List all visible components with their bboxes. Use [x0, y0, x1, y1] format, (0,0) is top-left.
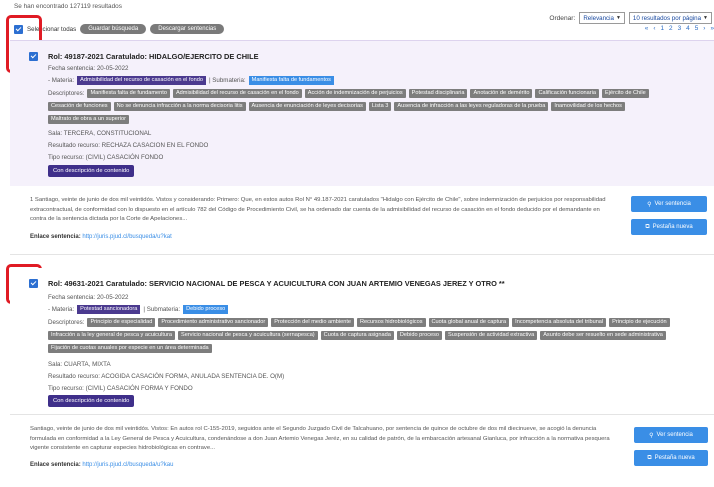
descriptor-tag[interactable]: Principio de ejecución [609, 318, 670, 327]
case-title[interactable]: Rol: 49631-2021 Caratulado: SERVICIO NAC… [48, 279, 505, 288]
pager-first[interactable]: « [645, 25, 649, 32]
materia-row: - Materia: Potestad sancionadora | Subma… [48, 305, 229, 314]
descriptor-tag[interactable]: Calificación funcionaria [535, 89, 599, 98]
order-select[interactable]: Relevancia ▼ [579, 12, 625, 24]
pager-prev[interactable]: ‹ [653, 25, 655, 32]
pagination: « ‹ 1 2 3 4 5 › » [645, 25, 714, 32]
descriptor-tag[interactable]: Recursos hidrobiológicos [357, 318, 426, 327]
descriptor-tag[interactable]: Anotación de demérito [470, 89, 533, 98]
descriptor-tag[interactable]: Debido proceso [396, 331, 443, 340]
download-button[interactable]: Descargar sentencias [150, 24, 225, 34]
link-label: Enlace sentencia: [30, 462, 81, 468]
search-icon: ⚲ [647, 201, 652, 208]
descriptor-tag[interactable]: Cuota global anual de captura [428, 318, 510, 327]
divider [10, 254, 714, 255]
per-page-select[interactable]: 10 resultados por página ▼ [628, 12, 712, 24]
descriptor-tag[interactable]: Inamovilidad de los hechos [551, 102, 625, 111]
descriptores-label: Descriptores: [48, 90, 85, 97]
submateria-tag[interactable]: Manifiesta falta de fundamentos [248, 76, 334, 85]
descriptor-tag[interactable]: Ausencia de infracción a las leyes regul… [394, 102, 549, 111]
chevron-down-icon: ▼ [615, 15, 621, 21]
case-title[interactable]: Rol: 49187-2021 Caratulado: HIDALGO/EJER… [48, 52, 259, 61]
pager-next[interactable]: › [703, 25, 705, 32]
descriptor-tag[interactable]: Ejército de Chile [602, 89, 649, 98]
pager-last[interactable]: » [710, 25, 714, 32]
case-link[interactable]: http://juris.pjud.cl/busqueda/u?kat [82, 234, 171, 240]
case-date: Fecha sentencia: 20-05-2022 [48, 65, 129, 72]
result-card-1: Rol: 49187-2021 Caratulado: HIDALGO/EJER… [10, 40, 714, 186]
pager-page-2[interactable]: 2 [669, 25, 673, 32]
pager-page-3[interactable]: 3 [678, 25, 682, 32]
search-icon: ⚲ [649, 432, 654, 439]
descriptor-tag[interactable]: No se denuncia infracción a la norma dec… [113, 102, 246, 111]
descriptor-tag[interactable]: Lista 3 [368, 102, 392, 111]
case-resultado: Resultado recurso: ACOGIDA CASACIÓN FORM… [48, 373, 285, 380]
descriptor-tag[interactable]: Protección del medio ambiente [271, 318, 355, 327]
external-link-icon: ⧉ [647, 454, 652, 461]
descriptor-tag[interactable]: Potestad disciplinaria [408, 89, 468, 98]
case-link-row: Enlace sentencia: http://juris.pjud.cl/b… [30, 462, 173, 468]
case-excerpt: 1 Santiago, veinte de junio de dos mil v… [30, 197, 606, 223]
pager-page-1[interactable]: 1 [660, 25, 664, 32]
view-sentence-button[interactable]: ⚲ Ver sentencia [631, 196, 707, 212]
materia-tag[interactable]: Potestad sancionadora [77, 305, 141, 314]
descriptores-label: Descriptores: [48, 319, 85, 326]
descriptor-tag[interactable]: Maltrato de obra a un superior [48, 115, 129, 124]
external-link-icon: ⧉ [645, 223, 650, 230]
submateria-tag[interactable]: Debido proceso [183, 305, 229, 314]
descriptor-tag[interactable]: Principio de especialidad [87, 318, 156, 327]
new-tab-button[interactable]: ⧉ Pestaña nueva [631, 219, 707, 235]
descriptor-tag[interactable]: Servicio nacional de pesca y acuicultura… [177, 331, 318, 340]
descriptor-tag[interactable]: Manifiesta falta de fundamento [87, 89, 170, 98]
pager-page-4[interactable]: 4 [686, 25, 690, 32]
select-all-row: Seleccionar todas Guardar búsqueda Desca… [14, 24, 225, 34]
description-button[interactable]: Con descripción de contenido [48, 165, 135, 177]
case-link-row: Enlace sentencia: http://juris.pjud.cl/b… [30, 234, 172, 240]
materia-label: - Materia: [48, 306, 75, 313]
case-sala: Sala: CUARTA, MIXTA [48, 361, 111, 368]
case-excerpt: Santiago, veinte de junio de dos mil vei… [30, 426, 610, 452]
submateria-label: | Submateria: [208, 77, 246, 84]
sort-controls: Ordenar: Relevancia ▼ 10 resultados por p… [549, 12, 712, 24]
case-tipo: Tipo recurso: (CIVIL) CASACIÓN FORMA Y F… [48, 385, 193, 392]
view-sentence-button[interactable]: ⚲ Ver sentencia [634, 427, 708, 443]
order-label: Ordenar: [549, 14, 576, 22]
save-search-button[interactable]: Guardar búsqueda [80, 24, 147, 34]
chevron-down-icon: ▼ [703, 15, 708, 21]
result-card-2: Rol: 49631-2021 Caratulado: SERVICIO NAC… [10, 268, 714, 410]
descriptor-tag[interactable]: Acción de indemnización de perjuicios [304, 89, 406, 98]
materia-label: - Materia: [48, 77, 75, 84]
case-sala: Sala: TERCERA, CONSTITUCIONAL [48, 130, 152, 137]
case-link[interactable]: http://juris.pjud.cl/busqueda/u?kau [82, 462, 173, 468]
case-resultado: Resultado recurso: RECHAZA CASACION EN E… [48, 142, 209, 149]
divider [10, 414, 714, 415]
pager-page-5[interactable]: 5 [695, 25, 699, 32]
case-tipo: Tipo recurso: (CIVIL) CASACIÓN FONDO [48, 154, 164, 161]
descriptor-tag[interactable]: Procedimiento administrativo sancionador [158, 318, 269, 327]
descriptor-tag[interactable]: Cuota de captura asignada [320, 331, 394, 340]
submateria-label: | Submateria: [143, 306, 181, 313]
result-checkbox[interactable] [29, 52, 38, 61]
results-count: Se han encontrado 127119 resultados [14, 3, 122, 10]
descriptor-tag[interactable]: Admisibilidad del recurso de casación en… [172, 89, 302, 98]
descriptor-tag[interactable]: Suspensión de actividad extractiva [445, 331, 538, 340]
descriptor-tag[interactable]: Ausencia de enunciación de leyes decisor… [248, 102, 366, 111]
materia-row: - Materia: Admisibilidad del recurso de … [48, 76, 334, 85]
descriptor-tag[interactable]: Incompetencia absoluta del tribunal [512, 318, 607, 327]
descriptor-tag[interactable]: Fijación de cuotas anuales por especie e… [48, 344, 212, 353]
descriptores-row: Descriptores: Manifiesta falta de fundam… [48, 89, 678, 124]
materia-tag[interactable]: Admisibilidad del recurso de casación en… [77, 76, 206, 85]
descriptor-tag[interactable]: Asunto debe ser resuelto en sede adminis… [540, 331, 666, 340]
result-checkbox[interactable] [29, 279, 38, 288]
descriptor-tag[interactable]: Infracción a la ley general de pesca y a… [48, 331, 175, 340]
descriptores-row: Descriptores: Principio de especialidad … [48, 318, 713, 353]
description-button[interactable]: Con descripción de contenido [48, 395, 135, 407]
link-label: Enlace sentencia: [30, 234, 81, 240]
new-tab-button[interactable]: ⧉ Pestaña nueva [634, 450, 708, 466]
descriptor-tag[interactable]: Cesación de funciones [48, 102, 111, 111]
case-date: Fecha sentencia: 20-05-2022 [48, 294, 129, 301]
